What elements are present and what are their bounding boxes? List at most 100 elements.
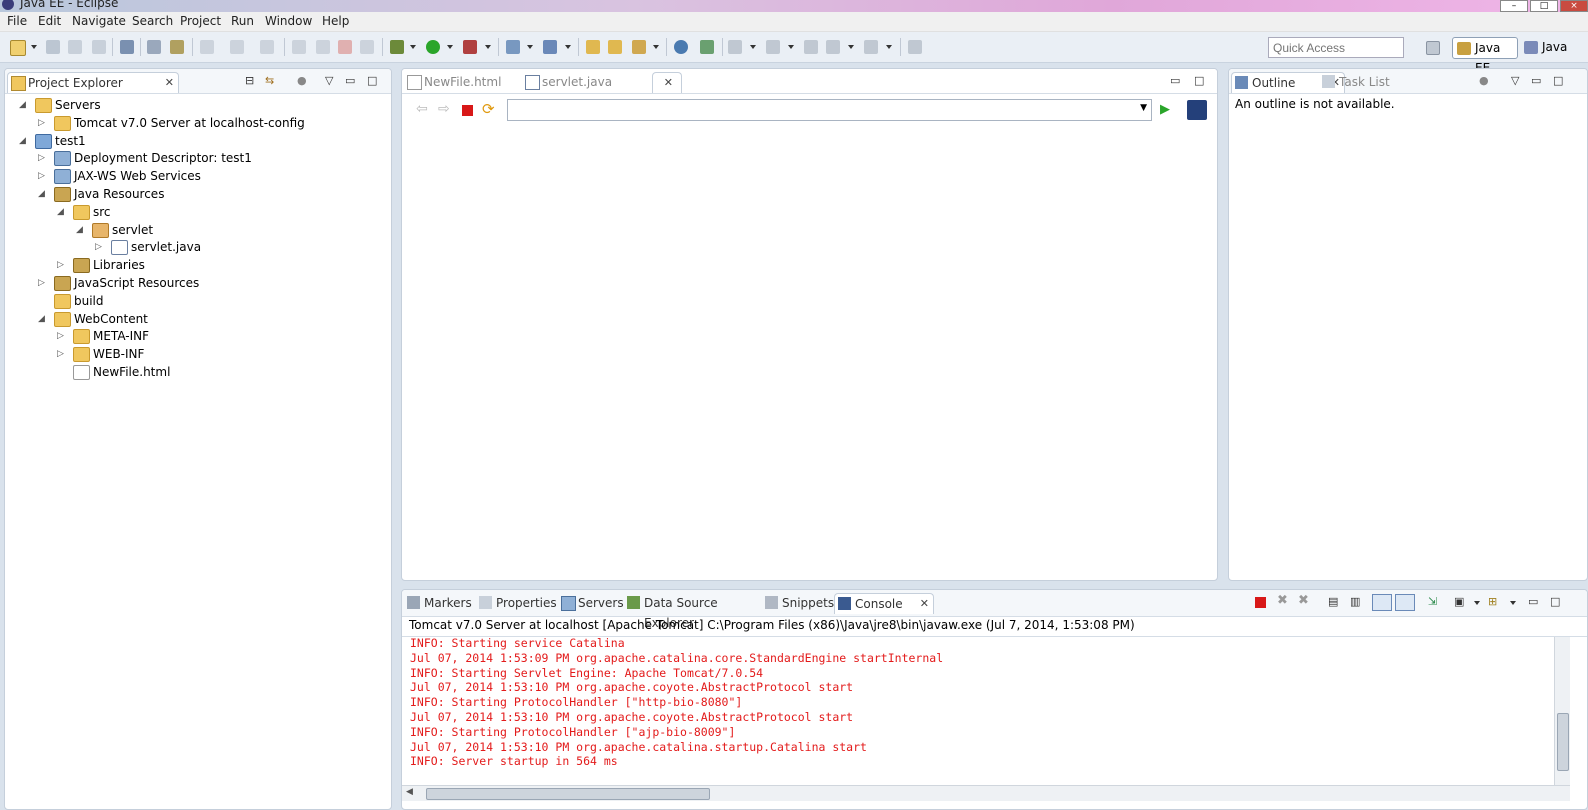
suspend-icon[interactable] [316, 40, 330, 54]
new-server-dropdown-icon[interactable] [527, 45, 533, 49]
search-dropdown-icon[interactable] [653, 45, 659, 49]
resume-icon[interactable] [292, 40, 306, 54]
open-type-icon[interactable] [586, 40, 600, 54]
url-combo[interactable]: ▼ [507, 99, 1152, 121]
disconnect-icon[interactable] [360, 40, 374, 54]
scroll-left-icon[interactable]: ◀ [406, 787, 413, 797]
expanded-arrow-icon[interactable]: ◢ [38, 185, 48, 203]
pin-editor-icon[interactable] [908, 40, 922, 54]
focus-icon[interactable]: ● [1479, 74, 1489, 87]
open-console-dropdown-icon[interactable] [1510, 601, 1516, 605]
open-task-icon[interactable] [608, 40, 622, 54]
new-class-dropdown-icon[interactable] [565, 45, 571, 49]
eclipse-browser-icon[interactable] [1187, 100, 1207, 120]
console-horizontal-scrollbar[interactable]: ◀ [402, 785, 1570, 801]
minimize-view-icon[interactable]: ▭ [1528, 595, 1538, 608]
clear-console-icon[interactable]: ▤ [1328, 595, 1338, 608]
minimize-view-icon[interactable]: ▭ [1170, 74, 1180, 87]
open-perspective-icon[interactable] [1426, 41, 1440, 55]
run-dropdown-icon[interactable] [447, 45, 453, 49]
back-dropdown-icon[interactable] [848, 45, 854, 49]
tab-newfile-html[interactable]: NewFile.html [404, 72, 540, 92]
quick-access-input[interactable] [1268, 37, 1404, 58]
menu-window[interactable]: Window [265, 14, 312, 28]
stop-icon[interactable] [462, 105, 473, 116]
collapse-all-icon[interactable]: ⊟ [245, 74, 254, 87]
show-on-stdout-icon[interactable] [1372, 594, 1392, 611]
forward-icon[interactable] [864, 40, 878, 54]
menu-help[interactable]: Help [322, 14, 349, 28]
step-over-icon[interactable] [260, 40, 274, 54]
new-dropdown-icon[interactable] [31, 45, 37, 49]
perspective-java-ee[interactable]: Java EE [1452, 37, 1518, 75]
open-browser-icon[interactable] [674, 40, 688, 54]
remove-launch-icon[interactable]: ✖ [1277, 593, 1288, 608]
maximize-view-icon[interactable]: □ [1553, 74, 1563, 87]
chevron-down-icon[interactable]: ▼ [1140, 103, 1147, 113]
toggle-mark-icon[interactable] [147, 40, 161, 54]
terminate-icon[interactable] [338, 40, 352, 54]
open-console-icon[interactable]: ⊞ [1488, 595, 1497, 608]
build-icon[interactable] [170, 40, 184, 54]
minimize-view-icon[interactable]: ▭ [1531, 74, 1541, 87]
back-icon[interactable] [804, 40, 818, 54]
maximize-view-icon[interactable]: □ [367, 74, 377, 87]
back-arrow-icon[interactable]: ⇦ [416, 101, 428, 117]
prev-edit-dropdown-icon[interactable] [788, 45, 794, 49]
expanded-arrow-icon[interactable]: ◢ [57, 203, 67, 221]
minimize-view-icon[interactable]: ▭ [345, 74, 355, 87]
collapsed-arrow-icon[interactable]: ▷ [57, 327, 67, 345]
tab-servlet-java[interactable]: servlet.java [522, 72, 672, 92]
collapsed-arrow-icon[interactable]: ▷ [38, 114, 48, 132]
close-icon[interactable]: ✕ [165, 73, 174, 93]
redo-icon[interactable] [230, 40, 244, 54]
external-tools-icon[interactable] [463, 40, 477, 54]
print-icon[interactable] [92, 40, 106, 54]
view-menu-icon[interactable]: ▽ [1511, 74, 1519, 87]
debug-dropdown-icon[interactable] [410, 45, 416, 49]
save-all-icon[interactable] [68, 40, 82, 54]
show-on-stderr-icon[interactable] [1395, 594, 1415, 611]
menu-run[interactable]: Run [231, 14, 254, 28]
expanded-arrow-icon[interactable]: ◢ [38, 310, 48, 328]
display-console-icon[interactable]: ▣ [1454, 595, 1464, 608]
step-icon[interactable] [200, 40, 214, 54]
collapsed-arrow-icon[interactable]: ▷ [57, 345, 67, 363]
expanded-arrow-icon[interactable]: ◢ [19, 132, 29, 150]
pin-console-icon[interactable]: ⇲ [1428, 595, 1437, 608]
close-icon[interactable]: ✕ [664, 73, 673, 93]
forward-dropdown-icon[interactable] [886, 45, 892, 49]
perspective-java[interactable]: Java [1520, 37, 1588, 59]
tab-task-list[interactable]: Task List [1319, 72, 1429, 92]
next-edit-icon[interactable] [728, 40, 742, 54]
new-server-icon[interactable] [506, 40, 520, 54]
view-menu-icon[interactable]: ▽ [325, 74, 333, 87]
debug-icon[interactable] [390, 40, 404, 54]
forward-arrow-icon[interactable]: ⇨ [438, 101, 450, 117]
tab-console[interactable]: Console ✕ [834, 593, 934, 614]
minimize-button[interactable]: – [1500, 0, 1528, 12]
scrollbar-thumb[interactable] [426, 788, 710, 800]
collapsed-arrow-icon[interactable]: ▷ [38, 167, 48, 185]
new-class-icon[interactable] [543, 40, 557, 54]
collapsed-arrow-icon[interactable]: ▷ [38, 149, 48, 167]
menu-edit[interactable]: Edit [38, 14, 61, 28]
skip-breakpoints-icon[interactable] [120, 40, 134, 54]
collapsed-arrow-icon[interactable]: ▷ [38, 274, 48, 292]
remove-all-terminated-icon[interactable]: ✖ [1298, 593, 1309, 608]
tab-browser[interactable]: ✕ [652, 72, 682, 93]
console-vertical-scrollbar[interactable] [1554, 637, 1570, 785]
run-icon[interactable] [426, 40, 440, 54]
filters-icon[interactable]: ● [297, 74, 307, 87]
link-with-editor-icon[interactable]: ⇆ [265, 74, 274, 87]
menu-file[interactable]: File [7, 14, 27, 28]
terminate-icon[interactable] [1255, 597, 1266, 608]
expanded-arrow-icon[interactable]: ◢ [76, 221, 86, 239]
display-console-dropdown-icon[interactable] [1474, 601, 1480, 605]
last-edit-icon[interactable] [826, 40, 840, 54]
save-icon[interactable] [46, 40, 60, 54]
collapsed-arrow-icon[interactable]: ▷ [95, 238, 105, 256]
maximize-view-icon[interactable]: □ [1194, 74, 1204, 87]
next-edit-dropdown-icon[interactable] [750, 45, 756, 49]
go-icon[interactable]: ▶ [1160, 102, 1170, 117]
